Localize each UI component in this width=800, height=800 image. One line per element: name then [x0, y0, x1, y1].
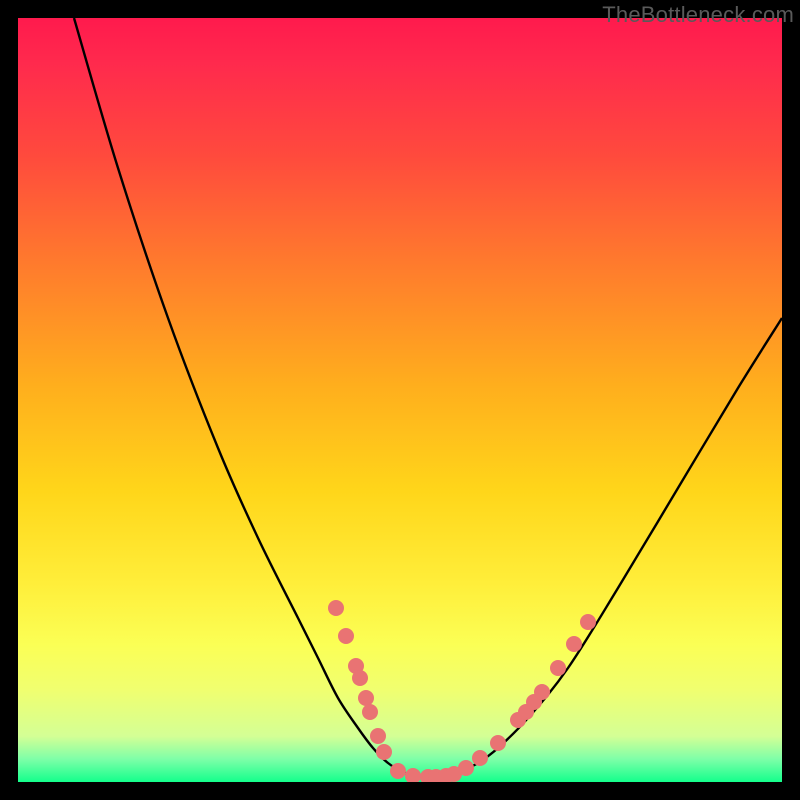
bottleneck-curve [74, 18, 782, 777]
highlight-dot [362, 704, 378, 720]
highlight-dot [550, 660, 566, 676]
highlight-dot [458, 760, 474, 776]
highlight-dot [390, 763, 406, 779]
plot-frame [18, 18, 782, 782]
highlight-dot [490, 735, 506, 751]
watermark-text: TheBottleneck.com [602, 2, 794, 28]
highlight-dot [352, 670, 368, 686]
highlight-dot [566, 636, 582, 652]
highlight-dot [376, 744, 392, 760]
highlight-dot [370, 728, 386, 744]
highlight-dot [358, 690, 374, 706]
highlight-dot [338, 628, 354, 644]
highlight-dot [405, 768, 421, 782]
highlight-dots-group [328, 600, 596, 782]
highlight-dot [580, 614, 596, 630]
curve-plot [18, 18, 782, 782]
highlight-dot [472, 750, 488, 766]
highlight-dot [534, 684, 550, 700]
highlight-dot [328, 600, 344, 616]
